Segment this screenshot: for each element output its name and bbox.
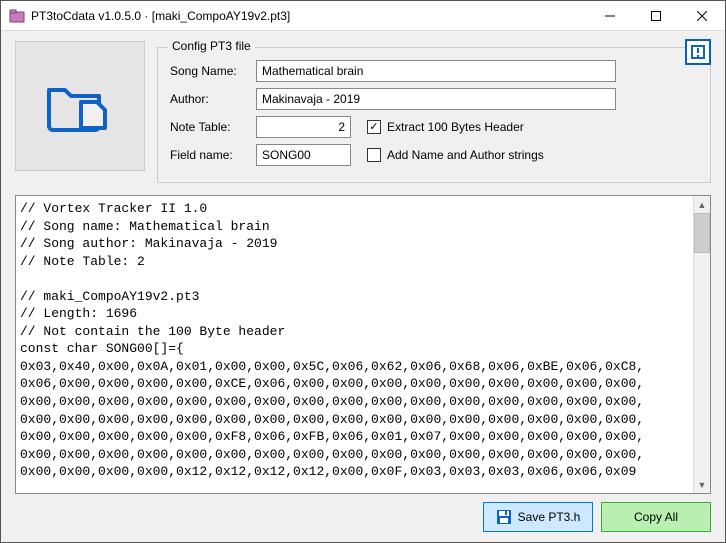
minimize-button[interactable] xyxy=(587,1,633,30)
code-output: // Vortex Tracker II 1.0 // Song name: M… xyxy=(15,195,711,494)
maximize-button[interactable] xyxy=(633,1,679,30)
extract-header-label: Extract 100 Bytes Header xyxy=(387,120,524,134)
copy-button-label: Copy All xyxy=(634,510,678,524)
save-icon xyxy=(496,509,512,525)
save-button-label: Save PT3.h xyxy=(518,510,581,524)
window-title: PT3toCdata v1.0.5.0 · [maki_CompoAY19v2.… xyxy=(31,9,587,23)
info-icon xyxy=(691,45,705,59)
song-name-label: Song Name: xyxy=(170,64,250,78)
close-button[interactable] xyxy=(679,1,725,30)
add-name-author-label: Add Name and Author strings xyxy=(387,148,544,162)
note-table-label: Note Table: xyxy=(170,120,250,134)
config-fieldset: Config PT3 file Song Name: Author: Note … xyxy=(157,47,711,183)
scroll-up-arrow[interactable]: ▲ xyxy=(694,196,710,213)
code-text[interactable]: // Vortex Tracker II 1.0 // Song name: M… xyxy=(16,196,710,485)
app-icon xyxy=(9,8,25,24)
author-label: Author: xyxy=(170,92,250,106)
info-button[interactable] xyxy=(685,39,711,65)
scrollbar[interactable]: ▲ ▼ xyxy=(693,196,710,493)
folder-file-icon xyxy=(45,76,115,136)
song-name-input[interactable] xyxy=(256,60,616,82)
save-button[interactable]: Save PT3.h xyxy=(483,502,593,532)
scroll-thumb[interactable] xyxy=(694,213,710,253)
scroll-down-arrow[interactable]: ▼ xyxy=(694,476,710,493)
extract-header-checkbox[interactable]: ✓ xyxy=(367,120,381,134)
content-area: Config PT3 file Song Name: Author: Note … xyxy=(1,31,725,542)
author-input[interactable] xyxy=(256,88,616,110)
field-name-input[interactable] xyxy=(256,144,351,166)
window-controls xyxy=(587,1,725,30)
add-name-author-checkbox[interactable] xyxy=(367,148,381,162)
titlebar: PT3toCdata v1.0.5.0 · [maki_CompoAY19v2.… xyxy=(1,1,725,31)
field-name-label: Field name: xyxy=(170,148,250,162)
open-file-button[interactable] xyxy=(15,41,145,171)
fieldset-legend: Config PT3 file xyxy=(168,39,255,53)
copy-all-button[interactable]: Copy All xyxy=(601,502,711,532)
note-table-input[interactable] xyxy=(256,116,351,138)
